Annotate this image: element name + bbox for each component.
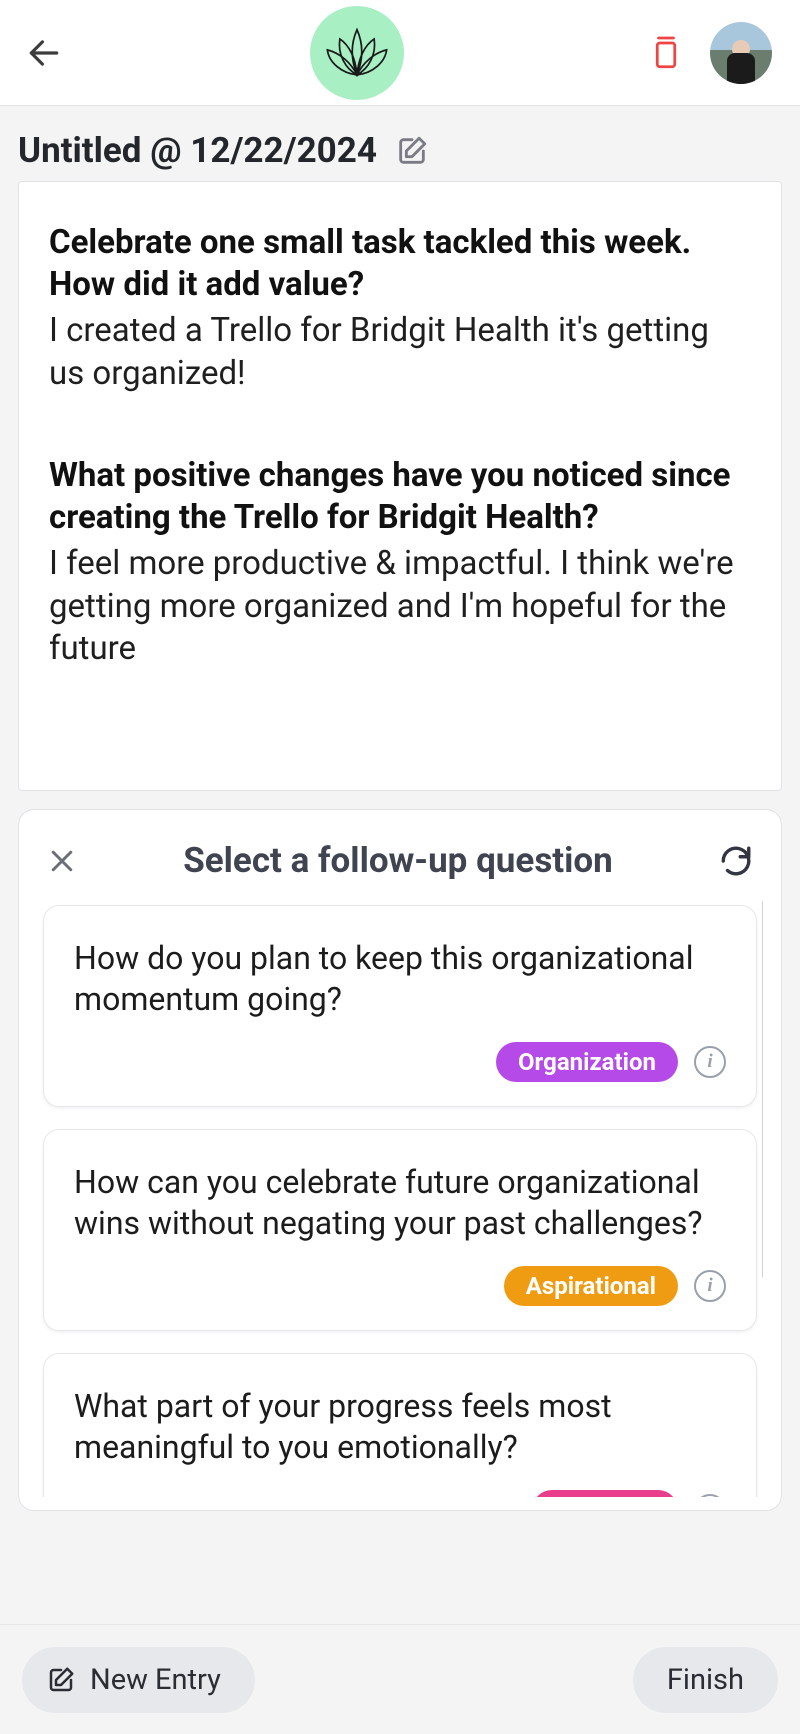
back-button[interactable] <box>22 31 66 75</box>
tag-aspirational: Aspirational <box>504 1266 678 1306</box>
followup-question-text: What part of your progress feels most me… <box>74 1386 726 1468</box>
followup-question-text: How do you plan to keep this organizatio… <box>74 938 726 1020</box>
followup-card: Select a follow-up question How do you p… <box>18 809 782 1511</box>
app-logo <box>310 6 404 100</box>
close-followup-button[interactable] <box>47 846 77 876</box>
user-avatar[interactable] <box>710 22 772 84</box>
edit-title-button[interactable] <box>395 134 429 168</box>
lotus-icon <box>318 14 396 92</box>
app-header <box>0 0 800 106</box>
finish-button[interactable]: Finish <box>633 1647 778 1713</box>
followup-question-card[interactable]: How do you plan to keep this organizatio… <box>43 905 757 1107</box>
header-right <box>648 22 772 84</box>
trash-icon <box>651 35 681 71</box>
page-title: Untitled @ 12/22/2024 <box>18 130 377 171</box>
journal-question: Celebrate one small task tackled this we… <box>49 222 751 306</box>
journal-entry: What positive changes have you noticed s… <box>49 455 751 670</box>
journal-answer: I created a Trello for Bridgit Health it… <box>49 310 751 394</box>
followup-question-footer: Aspirational i <box>74 1266 726 1306</box>
tag-emotions: Emotions <box>532 1490 678 1497</box>
close-icon <box>47 846 77 876</box>
delete-button[interactable] <box>648 35 684 71</box>
journal-answer: I feel more productive & impactful. I th… <box>49 543 751 670</box>
info-button[interactable]: i <box>694 1270 726 1302</box>
followup-question-footer: Organization i <box>74 1042 726 1082</box>
scrollbar-thumb[interactable] <box>762 899 763 1279</box>
followup-question-card[interactable]: What part of your progress feels most me… <box>43 1353 757 1497</box>
new-entry-label: New Entry <box>90 1663 221 1697</box>
followup-question-list[interactable]: How do you plan to keep this organizatio… <box>37 899 763 1497</box>
followup-question-card[interactable]: How can you celebrate future organizatio… <box>43 1129 757 1331</box>
followup-question-text: How can you celebrate future organizatio… <box>74 1162 726 1244</box>
info-button[interactable]: i <box>694 1046 726 1078</box>
bottom-bar: New Entry Finish <box>0 1624 800 1734</box>
new-entry-button[interactable]: New Entry <box>22 1647 255 1713</box>
back-arrow-icon <box>25 34 63 72</box>
journal-entry: Celebrate one small task tackled this we… <box>49 222 751 395</box>
finish-label: Finish <box>667 1663 744 1697</box>
refresh-followup-button[interactable] <box>719 844 753 878</box>
info-button[interactable]: i <box>694 1494 726 1497</box>
tag-organization: Organization <box>496 1042 678 1082</box>
pencil-square-icon <box>46 1665 76 1695</box>
header-left <box>22 31 66 75</box>
refresh-icon <box>719 844 753 878</box>
journal-question: What positive changes have you noticed s… <box>49 455 751 539</box>
followup-header: Select a follow-up question <box>37 834 763 899</box>
page-title-row: Untitled @ 12/22/2024 <box>0 106 800 181</box>
journal-card: Celebrate one small task tackled this we… <box>18 181 782 791</box>
followup-question-footer: Emotions i <box>74 1490 726 1497</box>
pencil-square-icon <box>395 134 429 168</box>
followup-title: Select a follow-up question <box>77 840 719 881</box>
